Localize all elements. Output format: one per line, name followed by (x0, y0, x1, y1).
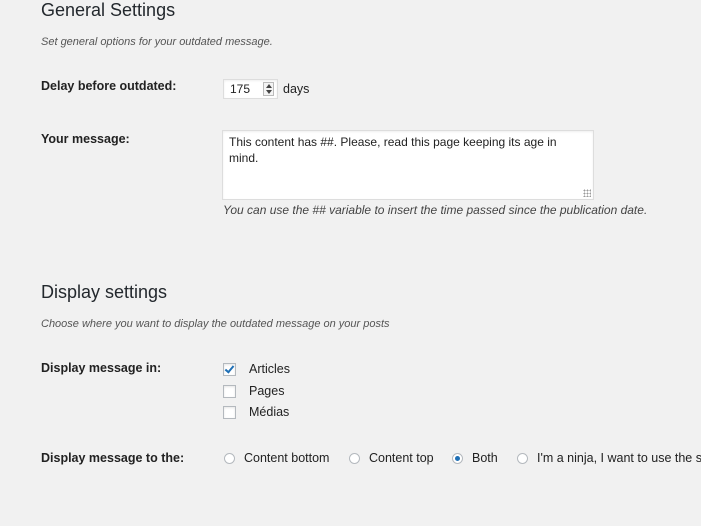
medias-label[interactable]: Médias (249, 405, 289, 419)
general-settings-description: Set general options for your outdated me… (41, 36, 273, 48)
message-text[interactable]: This content has ##. Please, read this p… (229, 135, 557, 165)
content-bottom-radio[interactable] (224, 452, 235, 464)
content-bottom-label[interactable]: Content bottom (244, 451, 329, 465)
radio-ninja[interactable]: I'm a ninja, I want to use the sh (517, 450, 701, 466)
stepper-arrows[interactable] (263, 82, 274, 96)
stepper-down-icon[interactable] (266, 90, 272, 94)
stepper-up-icon[interactable] (266, 84, 272, 88)
medias-checkbox[interactable] (223, 405, 236, 419)
delay-label: Delay before outdated: (41, 79, 177, 93)
content-top-radio[interactable] (349, 452, 360, 464)
checkbox-row-articles[interactable]: Articles (223, 361, 290, 377)
resize-grip-icon[interactable] (583, 189, 591, 197)
checkbox-row-medias[interactable]: Médias (223, 404, 289, 420)
message-hint: You can use the ## variable to insert th… (223, 203, 648, 217)
display-settings-description: Choose where you want to display the out… (41, 318, 390, 330)
general-settings-title: General Settings (41, 0, 176, 20)
articles-label[interactable]: Articles (249, 362, 290, 376)
both-radio[interactable] (452, 452, 463, 464)
display-settings-title: Display settings (41, 282, 168, 302)
settings-page: General Settings Set general options for… (0, 0, 701, 526)
display-position-label: Display message to the: (41, 451, 185, 465)
ninja-radio[interactable] (517, 452, 528, 464)
radio-content-top[interactable]: Content top (349, 450, 434, 466)
both-label[interactable]: Both (472, 451, 498, 465)
radio-content-bottom[interactable]: Content bottom (224, 450, 329, 466)
content-top-label[interactable]: Content top (369, 451, 434, 465)
delay-value[interactable]: 175 (230, 82, 250, 96)
checkbox-row-pages[interactable]: Pages (223, 383, 284, 399)
pages-checkbox[interactable] (223, 384, 236, 398)
delay-stepper[interactable]: 175 (223, 79, 278, 99)
display-location-label: Display message in: (41, 361, 162, 375)
radio-both[interactable]: Both (452, 450, 498, 466)
message-textarea[interactable]: This content has ##. Please, read this p… (222, 130, 594, 200)
ninja-label[interactable]: I'm a ninja, I want to use the sh (537, 451, 701, 465)
pages-label[interactable]: Pages (249, 384, 284, 398)
delay-unit: days (283, 82, 310, 96)
message-label: Your message: (41, 132, 130, 146)
articles-checkbox[interactable] (223, 362, 236, 376)
